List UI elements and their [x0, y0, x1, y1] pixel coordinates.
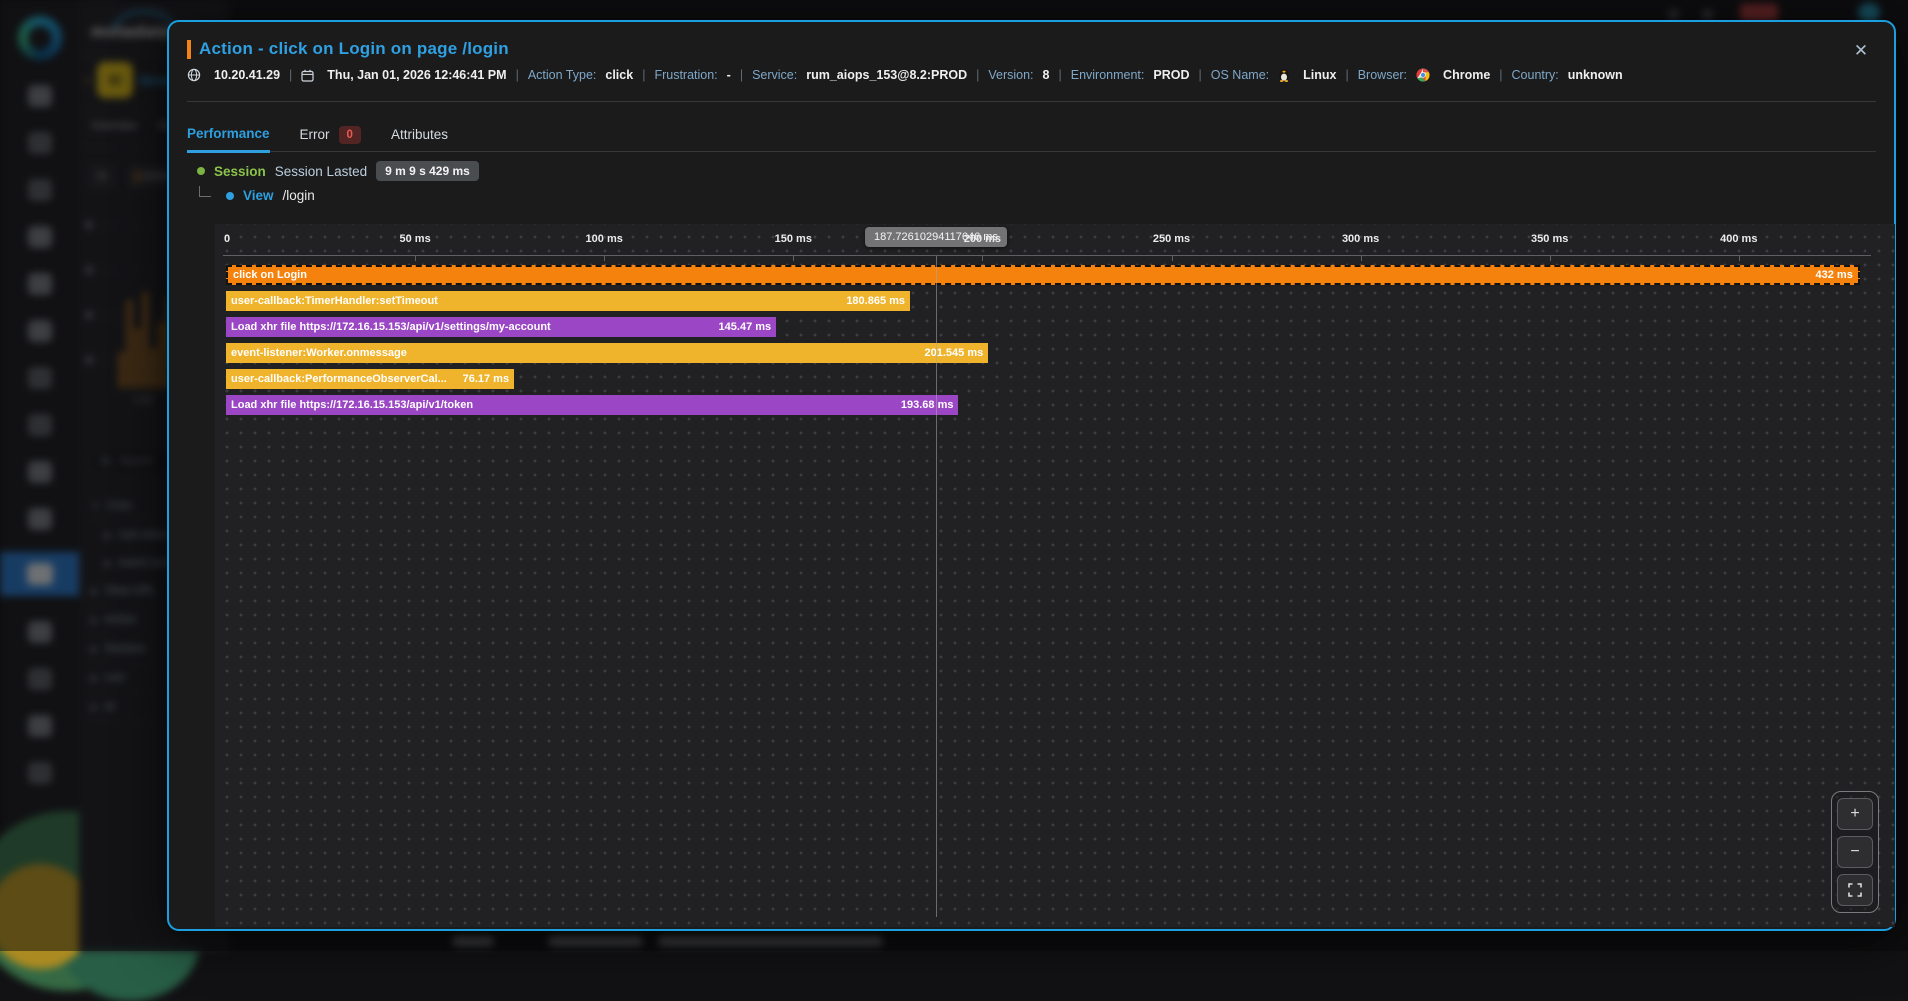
meta-value: PROD	[1153, 68, 1190, 82]
meta-value: 8	[1042, 68, 1050, 82]
view-dot-icon	[226, 191, 234, 200]
zoom-in-button[interactable]: +	[1837, 798, 1873, 830]
axis-tick-label: 200 ms	[963, 233, 1002, 245]
tab-attributes[interactable]: Attributes	[391, 118, 448, 151]
view-row: View /login	[199, 186, 315, 203]
waterfall-chart[interactable]: click on Login 432 ms user-callback:Timer…	[215, 224, 1895, 927]
view-label[interactable]: View	[243, 188, 274, 203]
axis-tick-label: 400 ms	[1720, 233, 1758, 245]
zoom-controls: + −	[1831, 791, 1879, 913]
modal-tabs: Performance Error 0 Attributes	[187, 117, 1876, 153]
crosshair-line	[935, 255, 937, 917]
meta-value: click	[605, 68, 634, 82]
session-label: Session	[214, 163, 266, 179]
axis-tick-label: 150 ms	[774, 233, 812, 245]
axis-tick-label: 100 ms	[585, 233, 623, 245]
error-count-badge: 0	[338, 125, 361, 144]
modal-title: Action - click on Login on page /login	[199, 39, 509, 58]
meta-value: Linux	[1303, 68, 1337, 82]
meta-value: Chrome	[1443, 68, 1491, 82]
action-detail-modal: Action - click on Login on page /login ✕…	[167, 20, 1896, 931]
axis-tick-label: 50 ms	[399, 233, 431, 245]
fullscreen-button[interactable]	[1837, 874, 1873, 906]
linux-penguin-icon	[1278, 68, 1290, 82]
session-row: Session Session Lasted 9 m 9 s 429 ms	[197, 161, 479, 181]
meta-value: rum_aiops_153@8.2:PROD	[806, 68, 968, 82]
chrome-icon	[1416, 68, 1430, 82]
waterfall-bar-performance-observer[interactable]: user-callback:PerformanceObserverCal... 7…	[226, 369, 515, 389]
meta-ip: 10.20.41.29	[214, 68, 281, 82]
close-icon[interactable]: ✕	[1850, 40, 1872, 62]
axis-tick-label: 250 ms	[1152, 233, 1191, 245]
tree-connector	[199, 186, 211, 197]
title-accent-bar	[187, 39, 191, 59]
calendar-icon	[301, 69, 314, 82]
view-path: /login	[282, 188, 315, 203]
waterfall-bar-click-on-login[interactable]: click on Login 432 ms	[226, 265, 1860, 285]
meta-label: Browser:	[1357, 68, 1408, 82]
meta-label: Service:	[752, 68, 798, 82]
session-dot-icon	[197, 167, 205, 175]
meta-value: unknown	[1567, 68, 1623, 82]
axis-tick-label: 0	[224, 233, 231, 245]
axis-tick-label: 300 ms	[1341, 233, 1380, 245]
header-divider	[187, 101, 1876, 102]
zoom-out-button[interactable]: −	[1837, 836, 1873, 868]
meta-label: Frustration:	[654, 68, 718, 82]
meta-value: -	[726, 68, 731, 82]
tab-performance[interactable]: Performance	[187, 117, 270, 153]
meta-label: Version:	[988, 68, 1034, 82]
meta-row: 10.20.41.29 | Thu, Jan 01, 2026 12:46:41…	[187, 68, 1623, 82]
meta-label: Action Type:	[527, 68, 597, 82]
session-duration-badge: 9 m 9 s 429 ms	[376, 161, 479, 181]
waterfall-rows: click on Login 432 ms user-callback:Timer…	[226, 265, 1895, 421]
axis-tick-label: 350 ms	[1531, 233, 1569, 245]
meta-label: Country:	[1511, 68, 1559, 82]
meta-label: Environment:	[1070, 68, 1145, 82]
waterfall-bar-xhr-token[interactable]: Load xhr file https://172.16.15.153/api/…	[226, 395, 959, 415]
meta-label: OS Name:	[1210, 68, 1270, 82]
meta-datetime: Thu, Jan 01, 2026 12:46:41 PM	[327, 68, 507, 82]
waterfall-bar-worker-onmessage[interactable]: event-listener:Worker.onmessage 201.545 m…	[226, 343, 989, 363]
tab-error[interactable]: Error 0	[300, 118, 361, 151]
waterfall-bar-settimeout[interactable]: user-callback:TimerHandler:setTimeout 180…	[226, 291, 911, 311]
ruler-line	[223, 255, 1872, 256]
globe-icon	[187, 68, 201, 82]
fullscreen-icon	[1848, 883, 1862, 897]
session-lasted-label: Session Lasted	[274, 163, 368, 179]
waterfall-bar-xhr-my-account[interactable]: Load xhr file https://172.16.15.153/api/…	[226, 317, 777, 337]
